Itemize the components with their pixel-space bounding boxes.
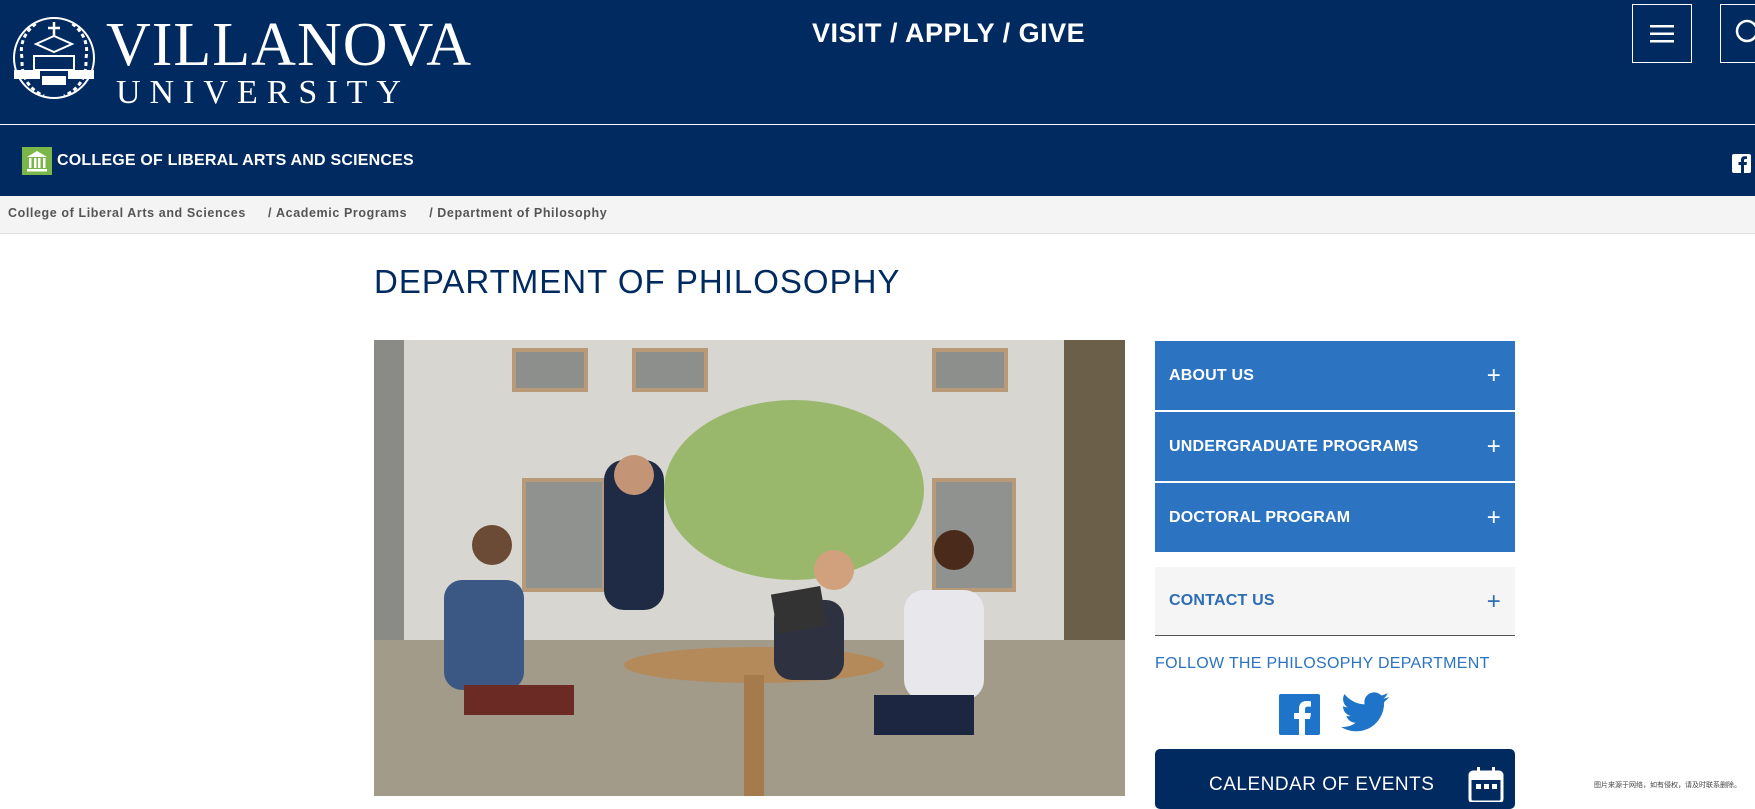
top-utility-links: VISIT / APPLY / GIVE bbox=[812, 18, 1085, 49]
plus-icon: + bbox=[1486, 362, 1501, 389]
plus-icon: + bbox=[1486, 433, 1501, 460]
link-separator: / bbox=[890, 18, 899, 48]
follow-heading: FOLLOW THE PHILOSOPHY DEPARTMENT bbox=[1155, 655, 1490, 672]
search-button[interactable] bbox=[1720, 4, 1755, 63]
give-link[interactable]: GIVE bbox=[1019, 18, 1086, 48]
search-icon bbox=[1735, 19, 1755, 43]
university-logo[interactable]: VILLANOVA UNIVERSITY bbox=[8, 11, 488, 111]
breadcrumb-college[interactable]: College of Liberal Arts and Sciences bbox=[8, 206, 246, 220]
calendar-label: CALENDAR OF EVENTS bbox=[1209, 774, 1435, 795]
accordion-about-us[interactable]: ABOUT US + bbox=[1155, 341, 1515, 410]
college-name-link[interactable]: COLLEGE OF LIBERAL ARTS AND SCIENCES bbox=[57, 152, 414, 170]
visit-link[interactable]: VISIT bbox=[812, 18, 882, 48]
accordion-undergraduate-programs[interactable]: UNDERGRADUATE PROGRAMS + bbox=[1155, 412, 1515, 481]
breadcrumb: College of Liberal Arts and Sciences / Ac… bbox=[0, 196, 1755, 234]
apply-link[interactable]: APPLY bbox=[905, 18, 995, 48]
hero-photo bbox=[374, 340, 1125, 796]
twitter-icon[interactable] bbox=[1340, 692, 1390, 736]
accordion-label: DOCTORAL PROGRAM bbox=[1169, 508, 1351, 526]
plus-icon: + bbox=[1486, 504, 1501, 531]
calendar-of-events-button[interactable]: CALENDAR OF EVENTS bbox=[1155, 749, 1515, 809]
breadcrumb-academic-programs[interactable]: Academic Programs bbox=[276, 206, 407, 220]
accordion-label: UNDERGRADUATE PROGRAMS bbox=[1169, 437, 1419, 455]
calendar-icon bbox=[1468, 767, 1504, 802]
breadcrumb-department[interactable]: Department of Philosophy bbox=[437, 206, 607, 220]
accordion-label: ABOUT US bbox=[1169, 366, 1255, 384]
facebook-icon[interactable] bbox=[1279, 694, 1320, 735]
link-separator: / bbox=[1002, 18, 1011, 48]
page-title: DEPARTMENT OF PHILOSOPHY bbox=[374, 263, 901, 300]
facebook-icon[interactable] bbox=[1732, 154, 1751, 173]
logo-wordmark-university: UNIVERSITY bbox=[116, 74, 410, 111]
menu-button[interactable] bbox=[1632, 4, 1692, 63]
plus-icon: + bbox=[1486, 588, 1501, 615]
watermark-text: 图片来源于网络，如有侵权，请及时联系删除。 bbox=[1594, 782, 1741, 789]
building-icon bbox=[22, 147, 52, 175]
site-header: VILLANOVA UNIVERSITY VISIT / APPLY / GIV… bbox=[0, 0, 1755, 124]
college-bar: COLLEGE OF LIBERAL ARTS AND SCIENCES bbox=[0, 125, 1755, 196]
logo-wordmark-villanova: VILLANOVA bbox=[106, 11, 473, 79]
accordion-contact-us[interactable]: CONTACT US + bbox=[1155, 567, 1515, 636]
university-seal-icon bbox=[13, 17, 95, 99]
hamburger-icon bbox=[1650, 24, 1674, 42]
accordion-doctoral-program[interactable]: DOCTORAL PROGRAM + bbox=[1155, 483, 1515, 552]
accordion-label: CONTACT US bbox=[1169, 592, 1275, 609]
